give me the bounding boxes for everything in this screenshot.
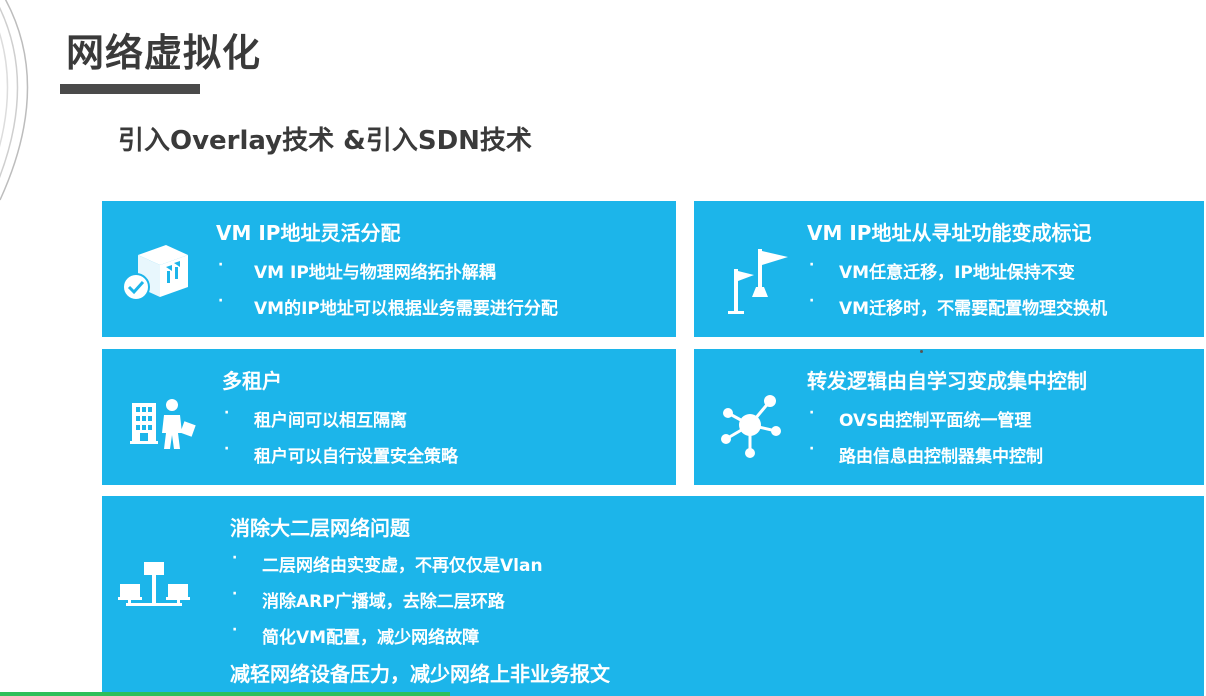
card-bullet: VM迁移时，不需要配置物理交换机 bbox=[839, 299, 1108, 319]
title-underline-bar bbox=[60, 84, 200, 94]
bullet-marker: · bbox=[224, 441, 230, 457]
progress-strip bbox=[0, 692, 450, 696]
card-bullet: 简化VM配置，减少网络故障 bbox=[262, 628, 480, 648]
hub-network-icon bbox=[721, 395, 781, 458]
card-bullet: OVS由控制平面统一管理 bbox=[839, 411, 1032, 431]
card-bullet: 消除ARP广播域，去除二层环路 bbox=[262, 592, 505, 612]
building-person-icon bbox=[130, 399, 196, 449]
stray-dot bbox=[920, 350, 923, 353]
slide-subtitle: 引入Overlay技术 &引入SDN技术 bbox=[118, 126, 532, 156]
card-layer2-issues: 消除大二层网络问题 · 二层网络由实变虚，不再仅仅是Vlan · 消除ARP广播… bbox=[102, 496, 1204, 696]
bullet-marker: · bbox=[232, 622, 238, 638]
package-check-icon bbox=[122, 245, 188, 301]
signpost-icon bbox=[728, 249, 788, 314]
card-bullet: 租户间可以相互隔离 bbox=[254, 411, 407, 431]
bullet-marker: · bbox=[218, 257, 224, 273]
bullet-marker: · bbox=[232, 550, 238, 566]
card-vm-ip-allocation: VM IP地址灵活分配 · VM IP地址与物理网络拓扑解耦 · VM的IP地址… bbox=[102, 201, 676, 337]
card-heading: 消除大二层网络问题 bbox=[230, 516, 410, 540]
card-footer-text: 减轻网络设备压力，减少网络上非业务报文 bbox=[230, 662, 610, 686]
bullet-marker: · bbox=[809, 405, 815, 421]
card-bullet: VM的IP地址可以根据业务需要进行分配 bbox=[254, 299, 558, 319]
network-computers-icon bbox=[118, 562, 190, 606]
card-bullet: 二层网络由实变虚，不再仅仅是Vlan bbox=[262, 556, 543, 576]
card-heading: VM IP地址灵活分配 bbox=[216, 221, 401, 245]
bullet-marker: · bbox=[809, 441, 815, 457]
card-heading: 多租户 bbox=[222, 369, 282, 393]
card-heading: 转发逻辑由自学习变成集中控制 bbox=[807, 369, 1087, 393]
decorative-arc bbox=[0, 0, 29, 201]
bullet-marker: · bbox=[809, 257, 815, 273]
slide-title: 网络虚拟化 bbox=[66, 31, 262, 75]
card-vm-ip-tagging: VM IP地址从寻址功能变成标记 · VM任意迁移，IP地址保持不变 · VM迁… bbox=[694, 201, 1204, 337]
bullet-marker: · bbox=[224, 405, 230, 421]
card-heading: VM IP地址从寻址功能变成标记 bbox=[807, 221, 1092, 245]
card-multi-tenant: 多租户 · 租户间可以相互隔离 · 租户可以自行设置安全策略 bbox=[102, 349, 676, 485]
bullet-marker: · bbox=[232, 586, 238, 602]
card-centralized-control: 转发逻辑由自学习变成集中控制 · OVS由控制平面统一管理 · 路由信息由控制器… bbox=[694, 349, 1204, 485]
bullet-marker: · bbox=[809, 293, 815, 309]
bullet-marker: · bbox=[218, 293, 224, 309]
card-bullet: VM任意迁移，IP地址保持不变 bbox=[839, 263, 1075, 283]
card-bullet: 路由信息由控制器集中控制 bbox=[839, 447, 1043, 467]
card-bullet: VM IP地址与物理网络拓扑解耦 bbox=[254, 263, 496, 283]
card-bullet: 租户可以自行设置安全策略 bbox=[254, 447, 458, 467]
